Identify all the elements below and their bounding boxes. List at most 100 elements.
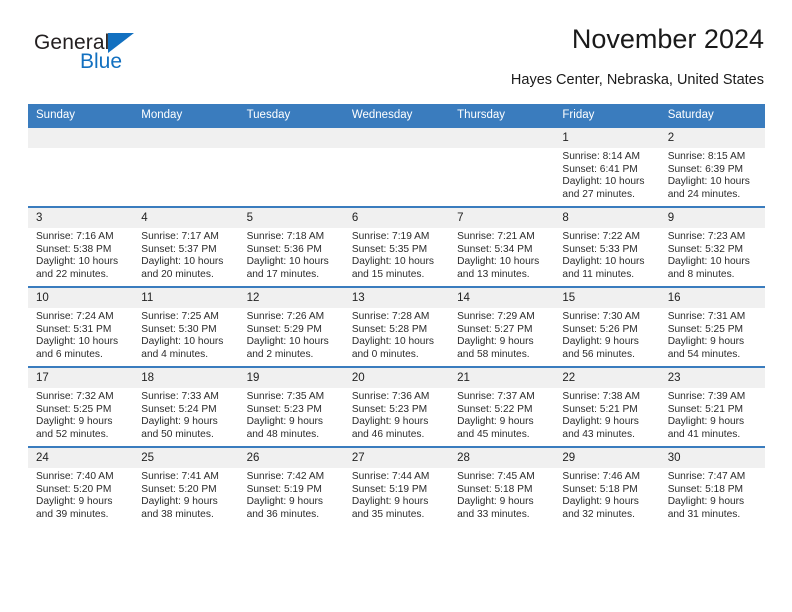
calendar-day-cell[interactable]: 25 Sunrise: 7:41 AM Sunset: 5:20 PM Dayligh…: [133, 446, 239, 526]
calendar-day-cell[interactable]: 30 Sunrise: 7:47 AM Sunset: 5:18 PM Dayligh…: [659, 446, 765, 526]
calendar-day-cell[interactable]: 14 Sunrise: 7:29 AM Sunset: 5:27 PM Dayligh…: [449, 286, 555, 367]
day-details: Sunrise: 7:41 AM Sunset: 5:20 PM Daylight:…: [133, 468, 238, 521]
sunset-text: Sunset: 5:18 PM: [562, 483, 638, 495]
calendar-day-cell[interactable]: 4 Sunrise: 7:17 AM Sunset: 5:37 PM Daylight…: [133, 206, 239, 287]
sunset-text: Sunset: 5:31 PM: [36, 323, 112, 335]
day-details: Sunrise: 7:35 AM Sunset: 5:23 PM Daylight:…: [239, 388, 344, 441]
weekday-header-thursday: Thursday: [449, 104, 555, 127]
calendar-day-cell[interactable]: 26 Sunrise: 7:42 AM Sunset: 5:19 PM Dayligh…: [238, 446, 344, 526]
sunrise-sunset-calendar: Sunday Monday Tuesday Wednesday Thursday…: [28, 104, 765, 526]
calendar-day-cell[interactable]: 22 Sunrise: 7:38 AM Sunset: 5:21 PM Dayligh…: [554, 366, 660, 447]
sunset-text: Sunset: 5:27 PM: [457, 323, 533, 335]
sunrise-text: Sunrise: 7:37 AM: [457, 391, 535, 402]
sunrise-text: Sunrise: 7:47 AM: [667, 471, 746, 482]
calendar-cell-empty: [343, 126, 450, 207]
daylight-text: Daylight: 10 hours and 24 minutes.: [667, 176, 750, 200]
day-number: 12: [238, 288, 344, 308]
daylight-text: Daylight: 9 hours and 46 minutes.: [351, 416, 429, 440]
calendar-day-cell[interactable]: 15 Sunrise: 7:30 AM Sunset: 5:26 PM Dayligh…: [554, 286, 660, 367]
day-number: [449, 128, 555, 148]
day-number: 23: [659, 368, 765, 388]
day-details: Sunrise: 8:15 AM Sunset: 6:39 PM Daylight:…: [660, 148, 765, 201]
daylight-text: Daylight: 9 hours and 43 minutes.: [562, 416, 639, 440]
weekday-header-sunday: Sunday: [28, 104, 134, 127]
calendar-day-cell[interactable]: 19 Sunrise: 7:35 AM Sunset: 5:23 PM Dayligh…: [238, 366, 344, 447]
day-number: 19: [238, 368, 344, 388]
calendar-day-cell[interactable]: 23 Sunrise: 7:39 AM Sunset: 5:21 PM Dayligh…: [659, 366, 765, 447]
sunset-text: Sunset: 6:41 PM: [562, 163, 638, 175]
day-details: Sunrise: 7:31 AM Sunset: 5:25 PM Daylight:…: [660, 308, 765, 361]
daylight-text: Daylight: 10 hours and 22 minutes.: [36, 256, 119, 280]
sunrise-text: Sunrise: 8:14 AM: [562, 151, 640, 162]
day-details: Sunrise: 7:21 AM Sunset: 5:34 PM Daylight:…: [449, 228, 554, 281]
daylight-text: Daylight: 10 hours and 13 minutes.: [457, 256, 540, 280]
sunrise-text: Sunrise: 7:28 AM: [351, 311, 430, 322]
day-details: Sunrise: 7:30 AM Sunset: 5:26 PM Daylight:…: [554, 308, 659, 361]
page-subtitle: Hayes Center, Nebraska, United States: [510, 72, 764, 88]
sunset-text: Sunset: 5:18 PM: [457, 483, 533, 495]
daylight-text: Daylight: 10 hours and 17 minutes.: [246, 256, 329, 280]
calendar-day-cell[interactable]: 18 Sunrise: 7:33 AM Sunset: 5:24 PM Dayligh…: [133, 366, 239, 447]
day-details: Sunrise: 7:46 AM Sunset: 5:18 PM Daylight:…: [554, 468, 659, 521]
calendar-day-cell[interactable]: 3 Sunrise: 7:16 AM Sunset: 5:38 PM Daylight…: [28, 206, 134, 287]
calendar-day-cell[interactable]: 11 Sunrise: 7:25 AM Sunset: 5:30 PM Dayligh…: [133, 286, 239, 367]
calendar-day-cell[interactable]: 10 Sunrise: 7:24 AM Sunset: 5:31 PM Dayligh…: [28, 286, 134, 367]
calendar-week-row: 24 Sunrise: 7:40 AM Sunset: 5:20 PM Dayligh…: [28, 446, 765, 526]
calendar-day-cell[interactable]: 1 Sunrise: 8:14 AM Sunset: 6:41 PM Daylight…: [554, 126, 660, 207]
sunrise-text: Sunrise: 7:44 AM: [351, 471, 430, 482]
daylight-text: Daylight: 9 hours and 33 minutes.: [457, 496, 534, 520]
day-number: 24: [28, 448, 134, 468]
sunset-text: Sunset: 5:19 PM: [351, 483, 428, 495]
weekday-header-saturday: Saturday: [659, 104, 765, 127]
calendar-cell-empty: [238, 126, 344, 207]
calendar-day-cell[interactable]: 17 Sunrise: 7:32 AM Sunset: 5:25 PM Dayligh…: [28, 366, 134, 447]
sunset-text: Sunset: 5:37 PM: [141, 243, 217, 255]
sunset-text: Sunset: 5:21 PM: [562, 403, 638, 415]
calendar-day-cell[interactable]: 12 Sunrise: 7:26 AM Sunset: 5:29 PM Dayligh…: [238, 286, 344, 367]
sunrise-text: Sunrise: 7:19 AM: [351, 231, 430, 242]
daylight-text: Daylight: 9 hours and 45 minutes.: [457, 416, 534, 440]
calendar-day-cell[interactable]: 7 Sunrise: 7:21 AM Sunset: 5:34 PM Daylight…: [449, 206, 555, 287]
sunrise-text: Sunrise: 7:26 AM: [246, 311, 325, 322]
calendar-day-cell[interactable]: 28 Sunrise: 7:45 AM Sunset: 5:18 PM Dayligh…: [449, 446, 555, 526]
day-details: Sunrise: 7:32 AM Sunset: 5:25 PM Daylight:…: [28, 388, 133, 441]
sunset-text: Sunset: 5:35 PM: [351, 243, 428, 255]
calendar-day-cell[interactable]: 2 Sunrise: 8:15 AM Sunset: 6:39 PM Daylight…: [659, 126, 765, 207]
day-details: Sunrise: 7:42 AM Sunset: 5:19 PM Daylight:…: [239, 468, 344, 521]
calendar-day-cell[interactable]: 21 Sunrise: 7:37 AM Sunset: 5:22 PM Dayligh…: [449, 366, 555, 447]
calendar-page: General Blue November 2024 Hayes Center,…: [0, 0, 792, 612]
daylight-text: Daylight: 10 hours and 4 minutes.: [141, 336, 224, 360]
calendar-day-cell[interactable]: 29 Sunrise: 7:46 AM Sunset: 5:18 PM Dayligh…: [554, 446, 660, 526]
daylight-text: Daylight: 10 hours and 27 minutes.: [562, 176, 645, 200]
calendar-day-cell[interactable]: 5 Sunrise: 7:18 AM Sunset: 5:36 PM Daylight…: [238, 206, 344, 287]
sunset-text: Sunset: 5:36 PM: [246, 243, 322, 255]
sunrise-text: Sunrise: 7:38 AM: [562, 391, 640, 402]
day-number: 9: [659, 208, 765, 228]
sunset-text: Sunset: 5:23 PM: [351, 403, 428, 415]
generalblue-logo[interactable]: General Blue: [34, 32, 214, 88]
sunset-text: Sunset: 5:38 PM: [36, 243, 112, 255]
calendar-day-cell[interactable]: 24 Sunrise: 7:40 AM Sunset: 5:20 PM Dayligh…: [28, 446, 134, 526]
daylight-text: Daylight: 9 hours and 50 minutes.: [141, 416, 218, 440]
sunset-text: Sunset: 5:23 PM: [246, 403, 322, 415]
calendar-day-cell[interactable]: 6 Sunrise: 7:19 AM Sunset: 5:35 PM Daylight…: [343, 206, 450, 287]
sunset-text: Sunset: 6:39 PM: [667, 163, 744, 175]
calendar-day-cell[interactable]: 8 Sunrise: 7:22 AM Sunset: 5:33 PM Daylight…: [554, 206, 660, 287]
calendar-day-cell[interactable]: 16 Sunrise: 7:31 AM Sunset: 5:25 PM Dayligh…: [659, 286, 765, 367]
calendar-day-cell[interactable]: 27 Sunrise: 7:44 AM Sunset: 5:19 PM Dayligh…: [343, 446, 450, 526]
calendar-day-cell[interactable]: 13 Sunrise: 7:28 AM Sunset: 5:28 PM Dayligh…: [343, 286, 450, 367]
calendar-day-cell[interactable]: 20 Sunrise: 7:36 AM Sunset: 5:23 PM Dayligh…: [343, 366, 450, 447]
sunset-text: Sunset: 5:20 PM: [141, 483, 217, 495]
day-number: 21: [449, 368, 555, 388]
day-details: Sunrise: 7:29 AM Sunset: 5:27 PM Daylight:…: [449, 308, 554, 361]
day-details: Sunrise: 7:47 AM Sunset: 5:18 PM Daylight:…: [660, 468, 765, 521]
day-number: 11: [133, 288, 239, 308]
sunrise-text: Sunrise: 7:40 AM: [36, 471, 114, 482]
sunrise-text: Sunrise: 7:33 AM: [141, 391, 219, 402]
daylight-text: Daylight: 10 hours and 15 minutes.: [351, 256, 434, 280]
weekday-header-friday: Friday: [554, 104, 660, 127]
day-number: 3: [28, 208, 134, 228]
day-details: Sunrise: 7:36 AM Sunset: 5:23 PM Daylight:…: [344, 388, 449, 441]
calendar-day-cell[interactable]: 9 Sunrise: 7:23 AM Sunset: 5:32 PM Daylight…: [659, 206, 765, 287]
sunset-text: Sunset: 5:29 PM: [246, 323, 322, 335]
